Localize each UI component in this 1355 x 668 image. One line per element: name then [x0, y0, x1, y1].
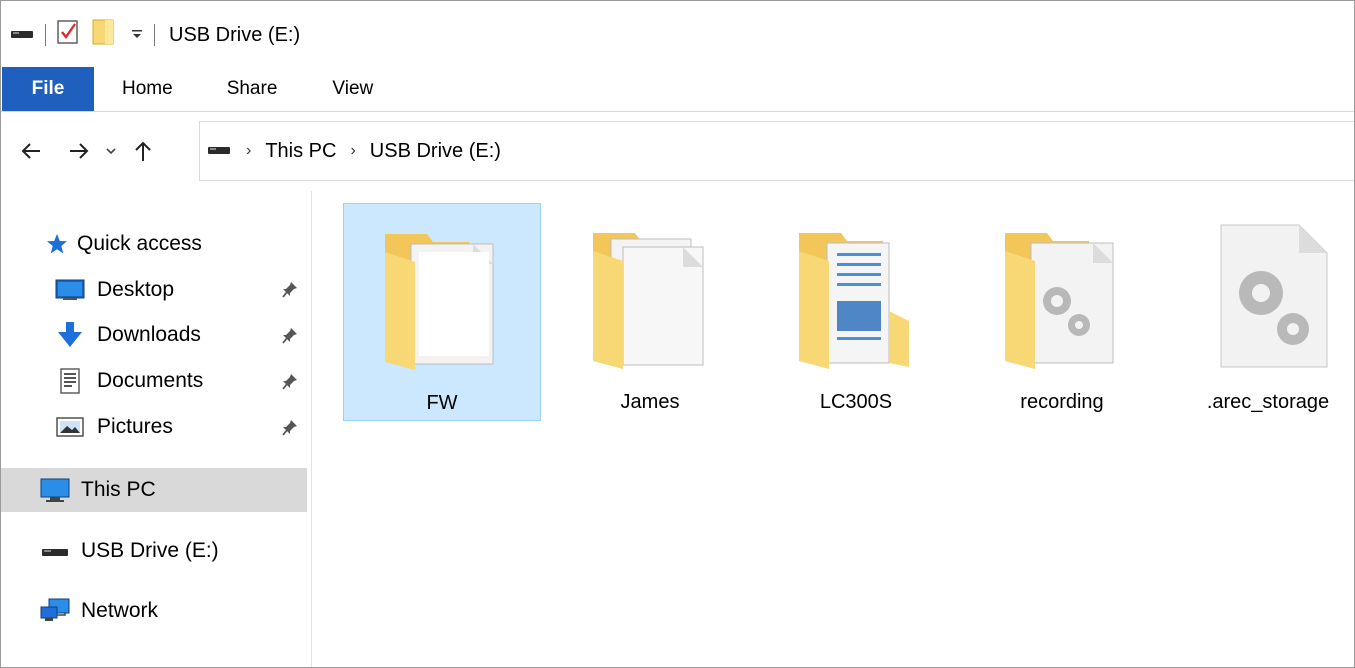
address-bar[interactable]: › This PC › USB Drive (E:) [199, 121, 1354, 181]
tab-file[interactable]: File [2, 67, 94, 111]
file-name: LC300S [819, 391, 893, 413]
chevron-down-icon [106, 148, 116, 155]
file-item-arec-storage[interactable]: .arec_storage [1169, 203, 1354, 421]
file-list-area: FW James LC300S recording .arec_storage [313, 191, 1354, 667]
back-button[interactable] [11, 131, 51, 171]
drive-icon[interactable] [9, 24, 35, 47]
recent-locations-button[interactable] [99, 131, 123, 171]
toolbar-separator [154, 24, 155, 46]
sidebar-item-network[interactable]: Network [39, 594, 158, 628]
tab-home[interactable]: Home [94, 67, 200, 111]
sidebar-item-label: USB Drive (E:) [81, 539, 219, 562]
window-title: USB Drive (E:) [169, 23, 301, 46]
star-icon [47, 234, 67, 254]
up-arrow-icon [135, 141, 151, 161]
breadcrumb-chevron-icon[interactable]: › [350, 142, 355, 160]
sidebar-item-usb-drive[interactable]: USB Drive (E:) [39, 534, 219, 568]
sidebar-item-label: Documents [97, 369, 204, 392]
pin-icon [281, 280, 299, 306]
back-arrow-icon [21, 143, 40, 159]
sidebar-item-desktop[interactable]: Desktop [55, 273, 174, 307]
sidebar-item-downloads[interactable]: Downloads [55, 318, 201, 352]
navigation-pane: Quick access Desktop Downloads Documents… [1, 191, 312, 667]
folder-icon [585, 221, 715, 371]
folder-icon [377, 222, 507, 372]
tab-view[interactable]: View [304, 67, 400, 111]
documents-icon [60, 368, 80, 394]
explorer-window: USB Drive (E:) File Home Share View › Th… [0, 0, 1355, 668]
sidebar-item-label: Downloads [97, 323, 201, 346]
sidebar-item-label: Network [81, 599, 159, 622]
sidebar-item-label: Pictures [97, 415, 173, 438]
sidebar-item-quick-access[interactable]: Quick access [45, 227, 202, 261]
file-name: James [620, 391, 680, 413]
forward-arrow-icon [70, 143, 89, 159]
ribbon-tabs: File Home Share View [1, 67, 1354, 112]
network-icon [40, 598, 70, 621]
sidebar-item-label: This PC [81, 478, 156, 501]
drive-icon [42, 549, 68, 556]
sidebar-item-this-pc[interactable]: This PC [39, 473, 156, 507]
file-item-lc300s[interactable]: LC300S [757, 203, 955, 421]
title-bar: USB Drive (E:) [1, 1, 1354, 69]
file-name: FW [426, 392, 458, 414]
quick-access-toolbar [9, 18, 165, 52]
toolbar-separator [45, 24, 46, 46]
file-name: .arec_storage [1206, 391, 1330, 413]
tab-share[interactable]: Share [200, 67, 305, 111]
pin-icon [281, 326, 299, 352]
properties-checkmark-icon[interactable] [56, 18, 80, 52]
breadcrumb-usb-drive[interactable]: USB Drive (E:) [370, 140, 501, 163]
drive-icon [206, 140, 232, 163]
settings-file-icon [1203, 221, 1333, 371]
folder-icon [997, 221, 1127, 371]
pin-icon [281, 418, 299, 444]
sidebar-item-pictures[interactable]: Pictures [55, 410, 173, 444]
file-item-fw[interactable]: FW [343, 203, 541, 421]
pictures-icon [56, 417, 84, 437]
file-name: recording [1020, 391, 1104, 413]
file-item-james[interactable]: James [551, 203, 749, 421]
navigation-bar: › This PC › USB Drive (E:) [1, 121, 1354, 181]
sidebar-item-label: Desktop [97, 278, 175, 301]
breadcrumb-this-pc[interactable]: This PC [265, 140, 336, 163]
up-button[interactable] [123, 131, 163, 171]
file-item-recording[interactable]: recording [963, 203, 1161, 421]
sidebar-item-documents[interactable]: Documents [55, 364, 203, 398]
breadcrumb-chevron-icon[interactable]: › [246, 142, 251, 160]
new-folder-icon[interactable] [92, 18, 116, 52]
desktop-icon [55, 279, 85, 300]
customize-toolbar-chevron-icon[interactable] [130, 24, 144, 47]
computer-icon [40, 478, 70, 502]
forward-button[interactable] [59, 131, 99, 171]
pin-icon [281, 372, 299, 398]
folder-icon [791, 221, 921, 371]
sidebar-item-label: Quick access [77, 232, 202, 255]
download-arrow-icon [58, 322, 82, 347]
